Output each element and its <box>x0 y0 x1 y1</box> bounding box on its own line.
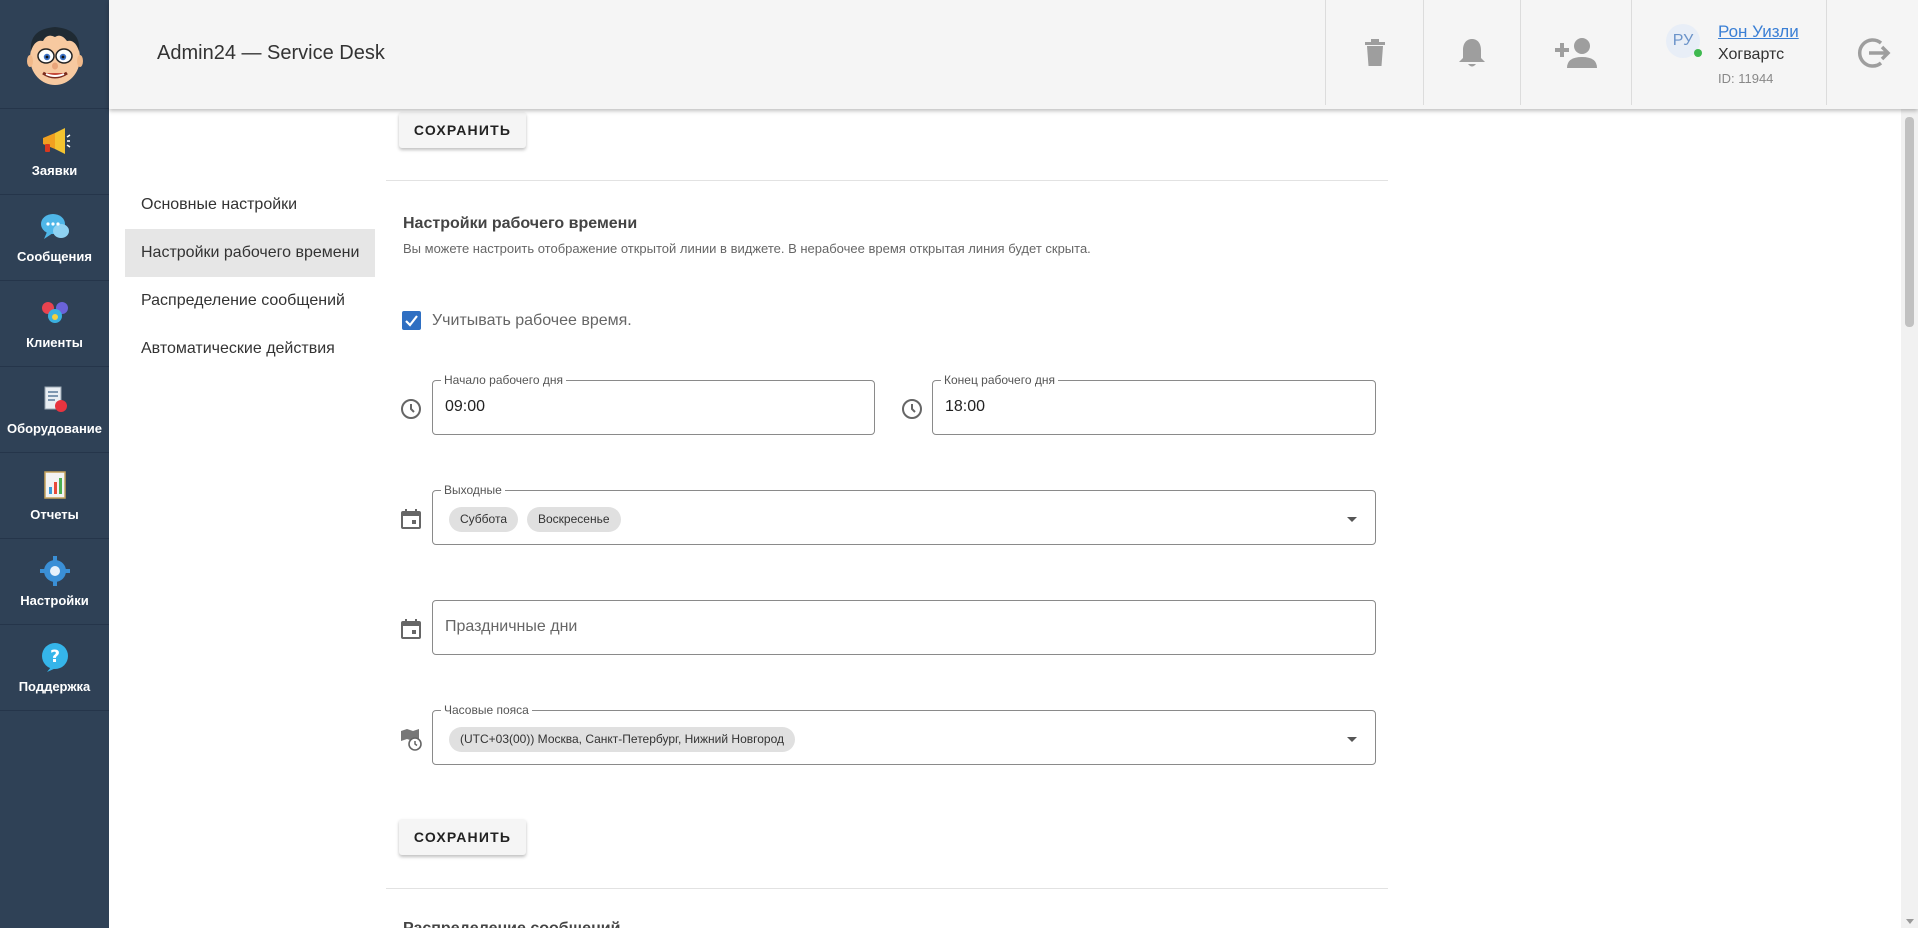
nav-label: Заявки <box>31 163 78 178</box>
nav-item-requests[interactable]: Заявки <box>0 109 109 195</box>
map-clock-icon <box>401 729 422 751</box>
logout-icon <box>1857 37 1890 68</box>
weekend-chip[interactable]: Воскресенье <box>527 507 621 532</box>
online-status-indicator <box>1694 49 1702 57</box>
divider <box>386 888 1388 889</box>
nav-label: Отчеты <box>30 507 79 522</box>
svg-text:?: ? <box>50 647 60 667</box>
nav-item-settings[interactable]: Настройки <box>0 539 109 625</box>
user-organization: Хогвартс <box>1718 46 1785 63</box>
bell-icon <box>1459 38 1485 66</box>
dropdown-arrow-icon[interactable] <box>1347 517 1357 522</box>
nav-label: Оборудование <box>6 421 103 436</box>
trash-button[interactable] <box>1325 0 1423 105</box>
section-title: Настройки рабочего времени <box>403 215 638 232</box>
section-description: Вы можете настроить отображение открытой… <box>403 241 1091 256</box>
people-icon <box>41 302 68 323</box>
work-start-field[interactable]: Начало рабочего дня 09:00 <box>432 373 875 435</box>
save-button-top[interactable]: СОХРАНИТЬ <box>399 112 526 148</box>
report-icon <box>43 471 66 499</box>
weekends-select[interactable]: Выходные Суббота Воскресенье <box>432 483 1376 545</box>
menu-item-auto-actions[interactable]: Автоматические действия <box>125 325 375 373</box>
divider <box>386 180 1388 181</box>
trash-icon <box>1364 38 1385 66</box>
app-logo[interactable] <box>0 0 109 109</box>
equipment-icon <box>44 386 67 412</box>
chat-bubble-icon <box>40 214 69 239</box>
weekends-label: Выходные <box>441 483 505 497</box>
next-section-title: Распределение сообщений <box>403 920 620 928</box>
work-end-label: Конец рабочего дня <box>941 373 1058 387</box>
work-end-value: 18:00 <box>945 398 986 415</box>
nav-item-messages[interactable]: Сообщения <box>0 195 109 281</box>
nav-item-equipment[interactable]: Оборудование <box>0 367 109 453</box>
use-working-time-checkbox[interactable] <box>402 311 421 330</box>
user-name-link[interactable]: Рон Уизли <box>1718 22 1799 42</box>
megaphone-icon <box>42 128 70 154</box>
cartoon-face-icon <box>26 27 83 85</box>
weekend-chip[interactable]: Суббота <box>449 507 518 532</box>
work-start-label: Начало рабочего дня <box>441 373 566 387</box>
scrollbar-thumb[interactable] <box>1905 117 1914 327</box>
timezone-chip[interactable]: (UTC+03(00)) Москва, Санкт-Петербург, Ни… <box>449 727 795 752</box>
user-profile: РУ Рон Уизли Хогвартс ID: 11944 <box>1631 0 1826 105</box>
checkmark-icon <box>405 315 418 327</box>
calendar-icon <box>401 509 421 529</box>
save-button-bottom[interactable]: СОХРАНИТЬ <box>399 819 526 855</box>
menu-item-working-time[interactable]: Настройки рабочего времени <box>125 229 375 277</box>
app-title: Admin24 — Service Desk <box>157 42 385 64</box>
nav-item-support[interactable]: ? Поддержка <box>0 625 109 711</box>
add-user-icon <box>1555 37 1597 68</box>
timezone-select[interactable]: Часовые пояса (UTC+03(00)) Москва, Санкт… <box>432 703 1376 765</box>
notifications-button[interactable] <box>1423 0 1520 105</box>
scroll-down-arrow-icon[interactable] <box>1906 919 1914 924</box>
menu-item-general[interactable]: Основные настройки <box>125 181 375 229</box>
timezone-label: Часовые пояса <box>441 703 532 717</box>
nav-label: Настройки <box>20 593 89 608</box>
nav-item-reports[interactable]: Отчеты <box>0 453 109 539</box>
top-header: Admin24 — Service Desk РУ Рон Уизли Хогв… <box>109 0 1918 109</box>
question-icon: ? <box>41 643 68 672</box>
work-start-value: 09:00 <box>445 398 486 415</box>
use-working-time-label[interactable]: Учитывать рабочее время. <box>432 312 632 330</box>
work-end-field[interactable]: Конец рабочего дня 18:00 <box>932 373 1376 435</box>
settings-menu: Основные настройки Настройки рабочего вр… <box>125 181 375 373</box>
add-user-button[interactable] <box>1520 0 1631 105</box>
nav-item-clients[interactable]: Клиенты <box>0 281 109 367</box>
logout-button[interactable] <box>1826 0 1918 105</box>
holidays-field[interactable]: Праздничные дни <box>432 600 1376 655</box>
calendar-icon <box>401 619 421 639</box>
nav-label: Клиенты <box>26 335 83 350</box>
menu-item-message-distribution[interactable]: Распределение сообщений <box>125 277 375 325</box>
clock-icon <box>902 399 922 419</box>
clock-icon <box>401 399 421 419</box>
holidays-placeholder: Праздничные дни <box>445 618 578 635</box>
left-sidebar: Заявки Сообщения Клиенты Оборудование От… <box>0 0 109 928</box>
nav-label: Сообщения <box>17 249 92 264</box>
nav-label: Поддержка <box>18 679 91 694</box>
gear-icon <box>39 556 70 586</box>
page-scrollbar[interactable] <box>1901 109 1918 928</box>
user-id: ID: 11944 <box>1718 71 1774 86</box>
dropdown-arrow-icon[interactable] <box>1347 737 1357 742</box>
